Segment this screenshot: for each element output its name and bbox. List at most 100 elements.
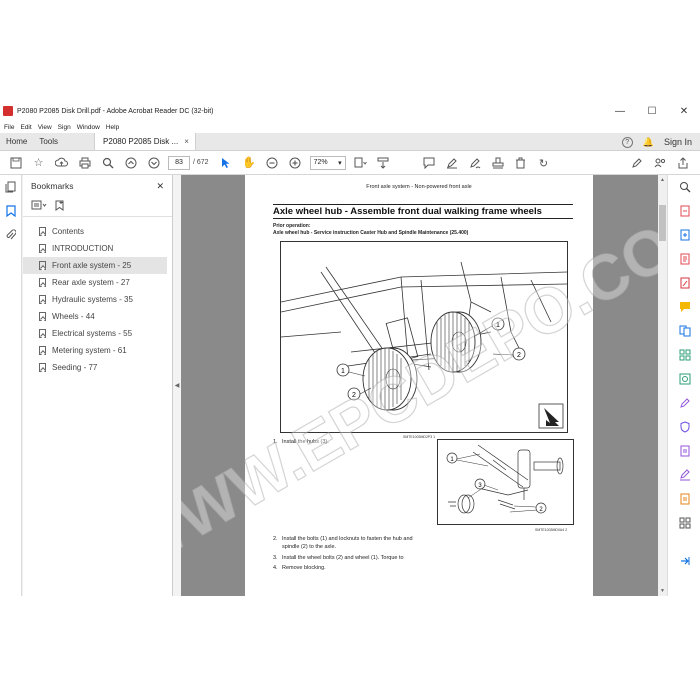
print-icon[interactable]: [73, 151, 96, 175]
fill-and-sign-icon[interactable]: [668, 391, 700, 415]
bookmark-label: Wheels - 44: [52, 312, 95, 321]
protect-shield-icon[interactable]: [668, 415, 700, 439]
zoom-in-icon[interactable]: [284, 151, 307, 175]
collapse-left-panel-button[interactable]: ◀: [173, 175, 181, 596]
close-panel-icon[interactable]: ✕: [156, 181, 164, 192]
tab-tools[interactable]: Tools: [33, 133, 64, 150]
window-title: P2080 P2085 Disk Drill.pdf - Adobe Acrob…: [17, 107, 214, 115]
account-area: ? 🔔 Sign In: [621, 133, 692, 151]
comment-icon[interactable]: [417, 151, 440, 175]
zoom-out-icon[interactable]: [261, 151, 284, 175]
share-people-icon[interactable]: [648, 151, 671, 175]
attachments-paperclip-icon[interactable]: [0, 223, 22, 247]
bookmark-icon: [39, 312, 46, 321]
zoom-tool-icon[interactable]: [668, 175, 700, 199]
close-window-button[interactable]: ✕: [668, 100, 700, 122]
bookmark-item[interactable]: Metering system - 61: [23, 342, 167, 359]
highlight-pen-icon[interactable]: [440, 151, 463, 175]
step-3: 3. Install the wheel bolts (2) and wheel …: [273, 555, 404, 561]
previous-page-icon[interactable]: [119, 151, 142, 175]
scrolling-mode-icon[interactable]: [372, 151, 395, 175]
comment-tool-icon[interactable]: [668, 295, 700, 319]
close-tab-icon[interactable]: ×: [184, 137, 189, 146]
callout-1a: 1: [496, 322, 500, 329]
help-icon[interactable]: ?: [621, 136, 633, 148]
edit-pdf-icon[interactable]: [668, 247, 700, 271]
page-running-header: Front axle system - Non-powered front ax…: [366, 184, 472, 190]
bookmark-item[interactable]: Contents: [23, 223, 167, 240]
menu-view[interactable]: View: [38, 124, 52, 131]
bookmark-item[interactable]: Hydraulic systems - 35: [23, 291, 167, 308]
menu-edit[interactable]: Edit: [20, 124, 31, 131]
save-icon[interactable]: [4, 151, 27, 175]
maximize-button[interactable]: ☐: [636, 100, 668, 122]
bookmark-options-icon[interactable]: [31, 200, 47, 213]
title-bar: P2080 P2085 Disk Drill.pdf - Adobe Acrob…: [0, 100, 700, 122]
fill-sign-icon[interactable]: [625, 151, 648, 175]
minimize-button[interactable]: —: [604, 100, 636, 122]
step-2: 2. Install the bolts (1) and locknuts to …: [273, 536, 413, 542]
combine-files-icon[interactable]: [668, 319, 700, 343]
prior-operation-link[interactable]: Axle wheel hub - Service instruction Cas…: [273, 230, 468, 236]
bookmark-label: Front axle system - 25: [52, 261, 132, 270]
hand-tool-icon[interactable]: ✋: [238, 151, 261, 175]
next-page-icon[interactable]: [142, 151, 165, 175]
bookmarks-title: Bookmarks: [31, 181, 74, 191]
bookmark-item[interactable]: Seeding - 77: [23, 359, 167, 376]
collapse-right-panel-icon[interactable]: [668, 549, 700, 573]
bookmark-item[interactable]: Front axle system - 25: [23, 257, 167, 274]
rotate-icon[interactable]: ↻: [532, 151, 555, 175]
step-1-text: Install the hubs (3).: [282, 439, 329, 445]
tab-document[interactable]: P2080 P2085 Disk ... ×: [94, 133, 196, 150]
page-number-input[interactable]: 83: [168, 155, 190, 170]
step-3-text: Install the wheel bolts (2) and wheel (1…: [282, 555, 404, 561]
step-2-text: Install the bolts (1) and locknuts to fa…: [282, 536, 413, 542]
prior-operation-label: Prior operation:: [273, 223, 311, 229]
document-viewport[interactable]: Front axle system - Non-powered front ax…: [181, 175, 666, 596]
document-scrollbar[interactable]: ▲ ▼: [658, 175, 667, 596]
upload-cloud-icon[interactable]: [50, 151, 73, 175]
stamp-icon[interactable]: [486, 151, 509, 175]
share-upload-icon[interactable]: [671, 151, 694, 175]
enhance-scans-icon[interactable]: [668, 367, 700, 391]
figure-2-caption: SMTE1003MD0A4 2: [535, 528, 568, 532]
more-tools-icon[interactable]: [668, 487, 700, 511]
organize-pages-icon[interactable]: [668, 343, 700, 367]
export-pdf-icon[interactable]: [668, 199, 700, 223]
bookmark-icon: [39, 261, 46, 270]
page-thumbnails-icon[interactable]: [0, 175, 22, 199]
select-cursor-icon[interactable]: [215, 151, 238, 175]
request-signature-icon[interactable]: [668, 463, 700, 487]
notification-bell-icon[interactable]: 🔔: [643, 137, 654, 148]
send-for-review-icon[interactable]: [668, 439, 700, 463]
sign-in-button[interactable]: Sign In: [664, 137, 692, 147]
window-controls: — ☐ ✕: [604, 100, 700, 122]
tools-grid-icon[interactable]: [668, 511, 700, 535]
bookmark-label: Metering system - 61: [52, 346, 127, 355]
acrobat-app-icon: [3, 106, 13, 116]
menu-help[interactable]: Help: [106, 124, 119, 131]
new-bookmark-icon[interactable]: [55, 200, 65, 214]
bookmark-icon: [39, 329, 46, 338]
scroll-up-icon[interactable]: ▲: [658, 177, 667, 183]
menu-file[interactable]: File: [4, 124, 14, 131]
tab-home[interactable]: Home: [0, 133, 33, 150]
bookmark-item[interactable]: Electrical systems - 55: [23, 325, 167, 342]
export-pdf-red-icon[interactable]: [668, 271, 700, 295]
bookmarks-panel-icon[interactable]: [0, 199, 22, 223]
zoom-level-select[interactable]: 72% ▾: [309, 155, 346, 170]
scroll-down-icon[interactable]: ▼: [658, 588, 667, 594]
search-icon[interactable]: [96, 151, 119, 175]
bookmark-item[interactable]: Rear axle system - 27: [23, 274, 167, 291]
draw-icon[interactable]: [463, 151, 486, 175]
delete-trash-icon[interactable]: [509, 151, 532, 175]
page-layout-icon[interactable]: [349, 151, 372, 175]
bookmark-item[interactable]: Wheels - 44: [23, 308, 167, 325]
create-pdf-icon[interactable]: [668, 223, 700, 247]
scrollbar-thumb[interactable]: [659, 205, 666, 241]
bookmark-list: Contents INTRODUCTION Front axle system - …: [23, 217, 172, 376]
menu-sign[interactable]: Sign: [58, 124, 71, 131]
menu-window[interactable]: Window: [77, 124, 100, 131]
bookmark-star-icon[interactable]: ☆: [27, 151, 50, 175]
bookmark-item[interactable]: INTRODUCTION: [23, 240, 167, 257]
